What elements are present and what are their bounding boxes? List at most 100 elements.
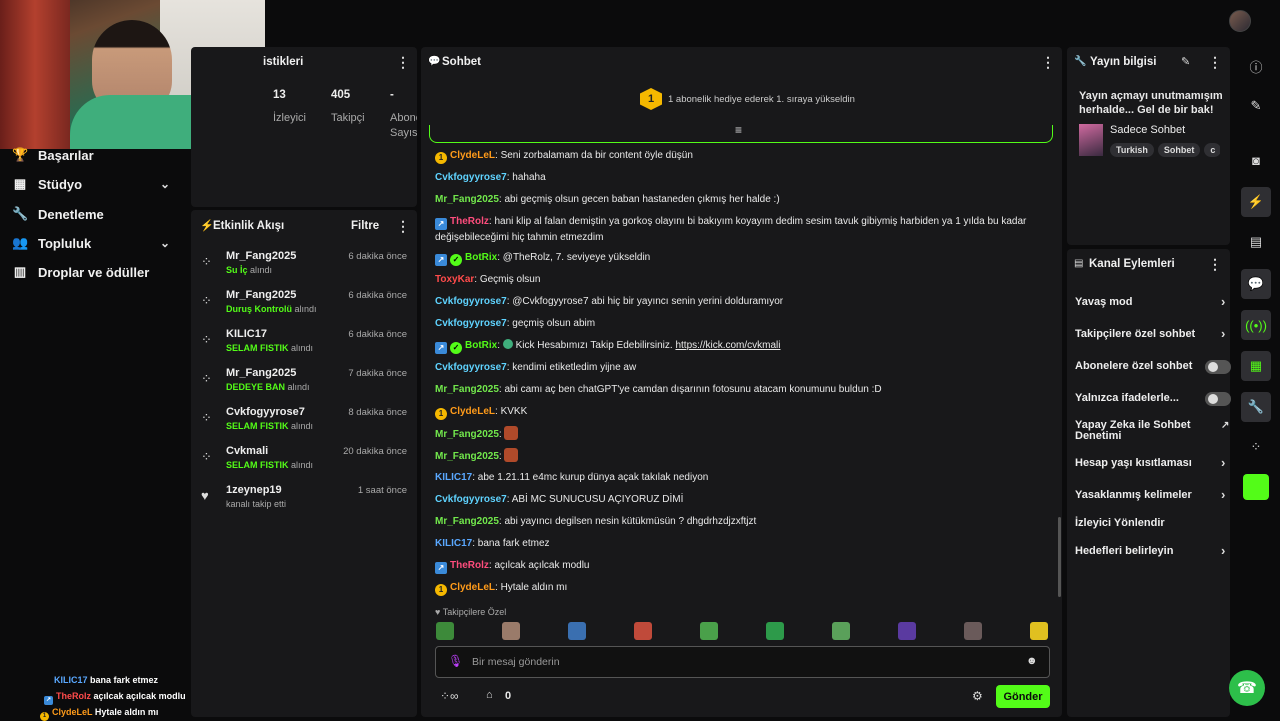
channel-action-item[interactable]: Takipçilere özel sohbet › (1075, 326, 1225, 341)
chat-username[interactable]: Cvkfogyyrose7 (435, 318, 507, 329)
chat-username[interactable]: Mr_Fang2025 (435, 429, 499, 440)
chat-username[interactable]: Cvkfogyyrose7 (435, 296, 507, 307)
support-icon[interactable]: ☎ (1229, 670, 1265, 706)
activity-event[interactable]: ⁘ Cvkfogyyrose7 8 dakika önce SELAM FISTIK … (201, 406, 407, 444)
kebab-menu-icon[interactable]: ⋮ (1208, 256, 1222, 273)
tag[interactable]: Turkish (1110, 143, 1154, 157)
chat-message[interactable]: ToxyKar: Geçmiş olsun (435, 272, 1055, 288)
chat-message[interactable]: ↗ ✓ BotRix: @TheRolz, 7. seviyeye yükseldi… (435, 250, 1055, 266)
chat-username[interactable]: Mr_Fang2025 (435, 516, 499, 527)
emoji-icon[interactable]: ☻ (1026, 655, 1038, 667)
emote[interactable] (964, 622, 982, 640)
chat-username[interactable]: Cvkfogyyrose7 (435, 172, 507, 183)
channel-action-item[interactable]: Yalnızca ifadelerle... (1075, 392, 1231, 406)
chat-message[interactable]: KILIC17: bana fark etmez (435, 536, 1055, 552)
chat-message[interactable]: ↗ TheRolz: hani klip al falan demiştin ya… (435, 214, 1055, 246)
chat-message[interactable]: 1 ClydeLeL: Hytale aldın mı (435, 580, 1055, 596)
wrench-icon[interactable]: 🔧 (1241, 392, 1271, 422)
kick-points-icon[interactable]: ⁘∞ (440, 689, 459, 703)
chat-input[interactable]: 🎙 Bir mesaj gönderin ☻ (435, 646, 1050, 678)
toggle-switch[interactable] (1205, 360, 1231, 374)
app-thumbnail-icon[interactable] (1243, 474, 1269, 500)
emote[interactable] (766, 622, 784, 640)
emote[interactable] (700, 622, 718, 640)
user-avatar[interactable] (1229, 10, 1251, 32)
filter-button[interactable]: Filtre (351, 220, 379, 232)
info-icon[interactable]: ⓘ (1241, 51, 1271, 81)
chat-username[interactable]: ClydeLeL (450, 150, 495, 161)
chat-message[interactable]: Cvkfogyyrose7: @Cvkfogyyrose7 abi hiç bi… (435, 294, 1055, 310)
emote[interactable] (502, 622, 520, 640)
activity-event[interactable]: ⁘ Mr_Fang2025 7 dakika önce DEDEYE BAN alın… (201, 367, 407, 405)
chat-icon[interactable]: 💬 (1241, 269, 1271, 299)
channel-action-item[interactable]: Hedefleri belirleyin › (1075, 543, 1225, 558)
channel-action-item[interactable]: İzleyici Yönlendir (1075, 517, 1225, 529)
chat-message[interactable]: Cvkfogyyrose7: kendimi etiketledim yijne… (435, 360, 1055, 376)
chat-message[interactable]: Mr_Fang2025: abi yayıncı degilsen nesin … (435, 514, 1055, 530)
chat-username[interactable]: Cvkfogyyrose7 (435, 362, 507, 373)
chat-message[interactable]: 1 ClydeLeL: Seni zorbalamam da bir conten… (435, 148, 1055, 164)
activity-event[interactable]: ⁘ Mr_Fang2025 6 dakika önce Su İç alındı (201, 250, 407, 288)
kebab-menu-icon[interactable]: ⋮ (1208, 54, 1222, 71)
tag[interactable]: c (1204, 143, 1220, 157)
gear-icon[interactable]: ⚙ (972, 689, 983, 703)
channel-action-item[interactable]: Yasaklanmış kelimeler › (1075, 487, 1225, 502)
chat-username[interactable]: Mr_Fang2025 (435, 384, 499, 395)
emote[interactable] (436, 622, 454, 640)
chat-username[interactable]: ClydeLeL (450, 406, 495, 417)
channel-action-item[interactable]: Abonelere özel sohbet (1075, 360, 1231, 374)
chat-message[interactable]: Cvkfogyyrose7: ABİ MC SUNUCUSU AÇIYORUZ … (435, 492, 1055, 508)
nav-moderation[interactable]: 🔧 Denetleme (12, 203, 104, 225)
chat-username[interactable]: TheRolz (450, 560, 489, 571)
kebab-menu-icon[interactable]: ⋮ (396, 218, 410, 235)
pencil-icon[interactable]: ✎ (1181, 55, 1190, 68)
kebab-menu-icon[interactable]: ⋮ (396, 54, 410, 71)
channel-action-item[interactable]: Hesap yaşı kısıtlaması › (1075, 455, 1225, 470)
chat-username[interactable]: KILIC17 (435, 538, 472, 549)
activity-event[interactable]: ♥ 1zeynep19 1 saat önce kanalı takip etti (201, 484, 407, 522)
chat-username[interactable]: TheRolz (450, 216, 489, 227)
emote[interactable] (898, 622, 916, 640)
chat-username[interactable]: ClydeLeL (450, 582, 495, 593)
chat-username[interactable]: KILIC17 (435, 472, 472, 483)
chat-message[interactable]: ↗ ✓ BotRix: Kick Hesabımızı Takip Edebilir… (435, 338, 1055, 354)
chat-scrollbar[interactable] (1058, 517, 1061, 597)
chat-message[interactable]: Mr_Fang2025: (435, 448, 1055, 465)
microphone-icon[interactable]: 🎙 (448, 654, 463, 668)
collapse-icon[interactable]: ≡ (735, 123, 742, 137)
chat-username[interactable]: Mr_Fang2025 (435, 194, 499, 205)
store-icon[interactable]: ⌂ (486, 689, 493, 701)
camera-icon[interactable]: ◙ (1241, 145, 1271, 175)
chat-username[interactable]: Cvkfogyyrose7 (435, 494, 507, 505)
nav-drops[interactable]: ▥ Droplar ve ödüller (12, 261, 149, 283)
layout-icon[interactable]: ▦ (1241, 351, 1271, 381)
activity-event[interactable]: ⁘ KILIC17 6 dakika önce SELAM FISTIK alındı (201, 328, 407, 366)
chat-username[interactable]: BotRix (465, 252, 497, 263)
activity-event[interactable]: ⁘ Cvkmali 20 dakika önce SELAM FISTIK alınd… (201, 445, 407, 483)
channel-action-item[interactable]: Yapay Zeka ile Sohbet Denetimi ↗ (1075, 420, 1229, 442)
chat-link[interactable]: https://kick.com/cvkmali (675, 340, 780, 351)
broadcast-icon[interactable]: ((•)) (1241, 310, 1271, 340)
chat-message[interactable]: Cvkfogyyrose7: geçmiş olsun abim (435, 316, 1055, 332)
chat-username[interactable]: BotRix (465, 340, 497, 351)
nav-achievements[interactable]: 🏆 Başarılar (12, 144, 94, 166)
chat-message[interactable]: Mr_Fang2025: (435, 426, 1055, 443)
channel-action-item[interactable]: Yavaş mod › (1075, 294, 1225, 309)
emote[interactable] (568, 622, 586, 640)
tag[interactable]: Sohbet (1157, 143, 1201, 157)
send-button[interactable]: Gönder (996, 685, 1050, 708)
bolt-icon[interactable]: ⚡ (1241, 187, 1271, 217)
chat-message[interactable]: Mr_Fang2025: abi camı aç ben chatGPT'ye … (435, 382, 1055, 398)
emote[interactable] (634, 622, 652, 640)
nav-studio[interactable]: ▦ Stüdyo ⌄ (12, 173, 170, 195)
chat-message[interactable]: 1 ClydeLeL: KVKK (435, 404, 1055, 420)
emote[interactable] (1030, 622, 1048, 640)
toggle-switch[interactable] (1205, 392, 1231, 406)
chat-message[interactable]: ↗ TheRolz: açılcak açılcak modlu (435, 558, 1055, 574)
kebab-menu-icon[interactable]: ⋮ (1041, 54, 1055, 71)
chat-username[interactable]: ToxyKar (435, 274, 474, 285)
document-icon[interactable]: ▤ (1241, 227, 1271, 257)
emote[interactable] (832, 622, 850, 640)
chat-message[interactable]: KILIC17: abe 1.21.11 e4mc kurup dünya aç… (435, 470, 1055, 486)
activity-event[interactable]: ⁘ Mr_Fang2025 6 dakika önce Duruş Kontrolü … (201, 289, 407, 327)
